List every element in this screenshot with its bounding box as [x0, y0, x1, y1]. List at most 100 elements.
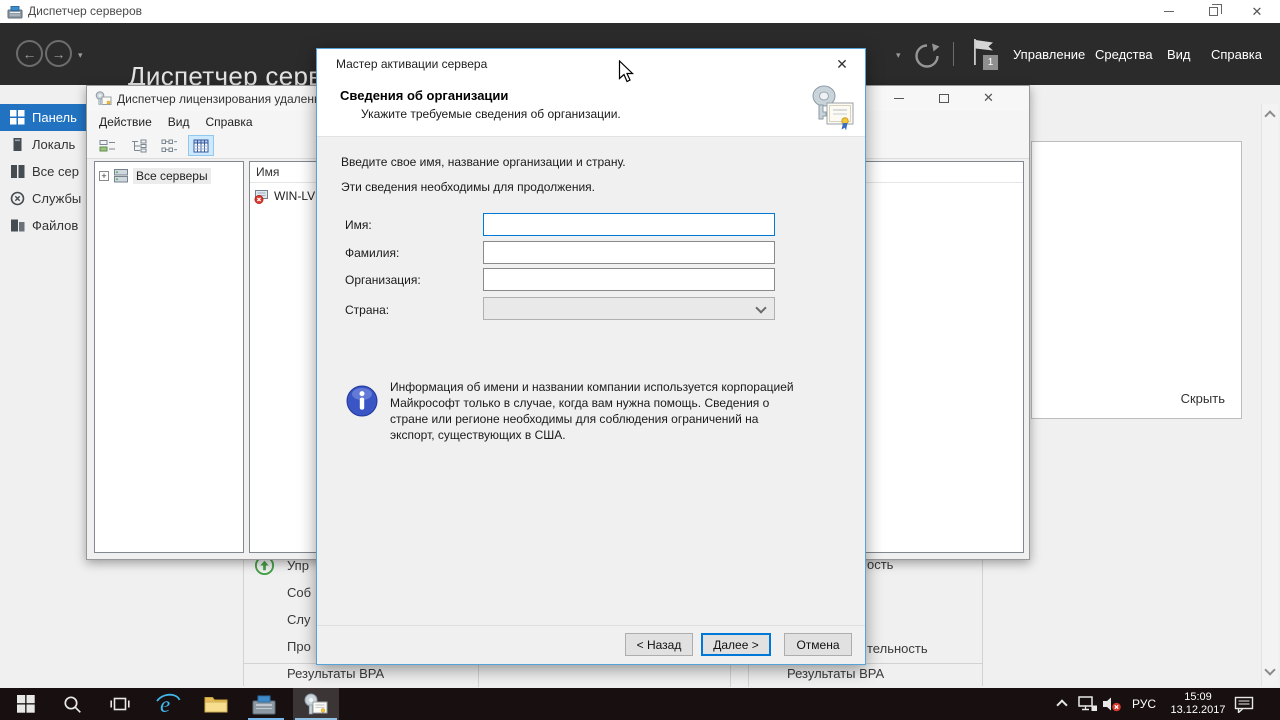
wizard-intro-line2: Эти сведения необходимы для продолжения. [341, 180, 595, 194]
sidebar-label: Все сер [32, 164, 79, 179]
refresh-icon[interactable] [913, 42, 941, 70]
hide-link[interactable]: Скрыть [1181, 391, 1225, 406]
sidebar-item-all-servers[interactable]: Все сер [0, 158, 86, 185]
restore-button[interactable] [1196, 0, 1230, 23]
tree-node-all-servers[interactable]: + Все серверы [95, 162, 243, 184]
close-button[interactable]: ✕ [966, 86, 1011, 110]
next-button[interactable]: Далее > [701, 633, 771, 656]
dashboard-row-manageability[interactable]: Упр [287, 558, 309, 573]
internet-explorer-button[interactable]: e [148, 688, 188, 720]
nav-history-caret-icon[interactable]: ▾ [78, 50, 83, 61]
sidebar-item-local-server[interactable]: Локаль [0, 131, 86, 158]
wizard-heading: Сведения об организации [340, 88, 508, 103]
toolbar-show-tree-button[interactable] [95, 135, 121, 156]
sidebar-label: Файлов [32, 218, 78, 233]
dashboard-row-bpa[interactable]: Результаты BPA [287, 666, 384, 681]
tree-icon [130, 139, 148, 153]
chevron-down-icon [755, 302, 766, 313]
minimize-button[interactable] [1152, 0, 1186, 23]
task-view-button[interactable] [100, 688, 140, 720]
toolbar-tree-button[interactable] [126, 135, 152, 156]
action-center-icon[interactable] [1234, 696, 1254, 713]
language-indicator[interactable]: РУС [1132, 697, 1156, 711]
refresh-caret-icon[interactable]: ▾ [896, 50, 901, 61]
wizard-title: Мастер активации сервера [336, 57, 487, 71]
last-name-input[interactable] [483, 241, 775, 264]
search-button[interactable] [52, 688, 92, 720]
organization-input[interactable] [483, 268, 775, 291]
menu-help[interactable]: Справка [1211, 47, 1262, 62]
tile-divider [748, 663, 749, 687]
task-view-icon [110, 696, 130, 712]
cancel-button[interactable]: Отмена [784, 633, 852, 656]
services-icon [10, 191, 25, 206]
server-manager-taskbar-button[interactable] [244, 688, 284, 720]
file-explorer-button[interactable] [196, 688, 236, 720]
notification-flyout: Скрыть [1031, 141, 1242, 419]
back-button[interactable]: ← [16, 40, 43, 67]
toolbar-list-view-button[interactable] [188, 135, 214, 156]
server-manager-titlebar[interactable]: Диспетчер серверов ✕ [0, 0, 1280, 23]
vertical-scrollbar[interactable] [1261, 104, 1278, 686]
network-icon[interactable] [1078, 696, 1098, 712]
close-button[interactable]: ✕ [1240, 0, 1274, 23]
licensing-tree-panel: + Все серверы [94, 161, 244, 553]
volume-muted-icon[interactable] [1102, 696, 1122, 712]
wizard-subheading: Укажите требуемые сведения об организаци… [361, 107, 621, 121]
maximize-button[interactable] [921, 86, 966, 110]
toolbar-expand-button[interactable] [157, 135, 183, 156]
sidebar-item-services[interactable]: Службы [0, 185, 86, 212]
back-arrow-icon: ← [23, 46, 37, 62]
scroll-up-icon[interactable] [1264, 110, 1275, 121]
server-list-item[interactable]: WIN-LVP [254, 188, 323, 204]
license-key-certificate-icon [809, 83, 855, 131]
minimize-icon [1164, 11, 1174, 12]
maximize-icon [939, 94, 949, 103]
menu-action[interactable]: Действие [99, 115, 152, 129]
local-server-icon [10, 137, 25, 152]
file-explorer-icon [204, 694, 228, 714]
dashboard-row-events[interactable]: Соб [287, 585, 311, 600]
navbar-separator [953, 42, 954, 66]
minimize-button[interactable] [876, 86, 921, 110]
wizard-info-text: Информация об имени и названии компании … [390, 379, 804, 443]
menu-manage[interactable]: Управление [1013, 47, 1085, 62]
back-button[interactable]: < Назад [625, 633, 693, 656]
close-icon: ✕ [836, 56, 848, 73]
menu-tools[interactable]: Средства [1095, 47, 1153, 62]
wizard-titlebar[interactable]: Мастер активации сервера ✕ [317, 49, 865, 79]
server-manager-icon [251, 692, 277, 716]
sidebar-item-dashboard[interactable]: Панель [0, 104, 86, 131]
dashboard-row-performance-right[interactable]: тельность [867, 641, 928, 656]
tile-row-divider [866, 663, 982, 664]
start-button[interactable] [6, 688, 46, 720]
country-label: Страна: [345, 303, 389, 317]
menu-help[interactable]: Справка [205, 115, 252, 129]
forward-button[interactable]: → [45, 40, 72, 67]
file-services-icon [10, 218, 25, 233]
first-name-label: Имя: [345, 218, 372, 232]
forward-arrow-icon: → [52, 46, 66, 62]
sidebar-item-file-services[interactable]: Файлов [0, 212, 86, 239]
tray-expand-icon[interactable] [1056, 699, 1067, 710]
wizard-footer: < Назад Далее > Отмена [317, 625, 865, 664]
notification-count-badge[interactable]: 1 [983, 55, 998, 70]
desktop: Диспетчер серверов ✕ ← → ▾ Диспетчер сер… [0, 0, 1280, 720]
country-select[interactable] [483, 297, 775, 320]
first-name-input[interactable] [483, 213, 775, 236]
restore-icon [1209, 7, 1218, 16]
dashboard-row-services[interactable]: Слу [287, 612, 310, 627]
scroll-down-icon[interactable] [1264, 664, 1275, 675]
dashboard-row-bpa-right[interactable]: Результаты BPA [787, 666, 884, 681]
tile-row-divider [243, 663, 316, 664]
tree-expander-icon[interactable]: + [99, 171, 109, 181]
dashboard-row-performance[interactable]: Про [287, 639, 311, 654]
rd-licensing-taskbar-button[interactable] [293, 688, 339, 720]
menu-view[interactable]: Вид [168, 115, 190, 129]
clock[interactable]: 15:09 13.12.2017 [1168, 691, 1228, 717]
menu-view[interactable]: Вид [1167, 47, 1191, 62]
minimize-icon [894, 98, 904, 99]
close-button[interactable]: ✕ [827, 53, 857, 76]
servers-icon [113, 168, 129, 184]
window-title: Диспетчер серверов [28, 4, 142, 18]
